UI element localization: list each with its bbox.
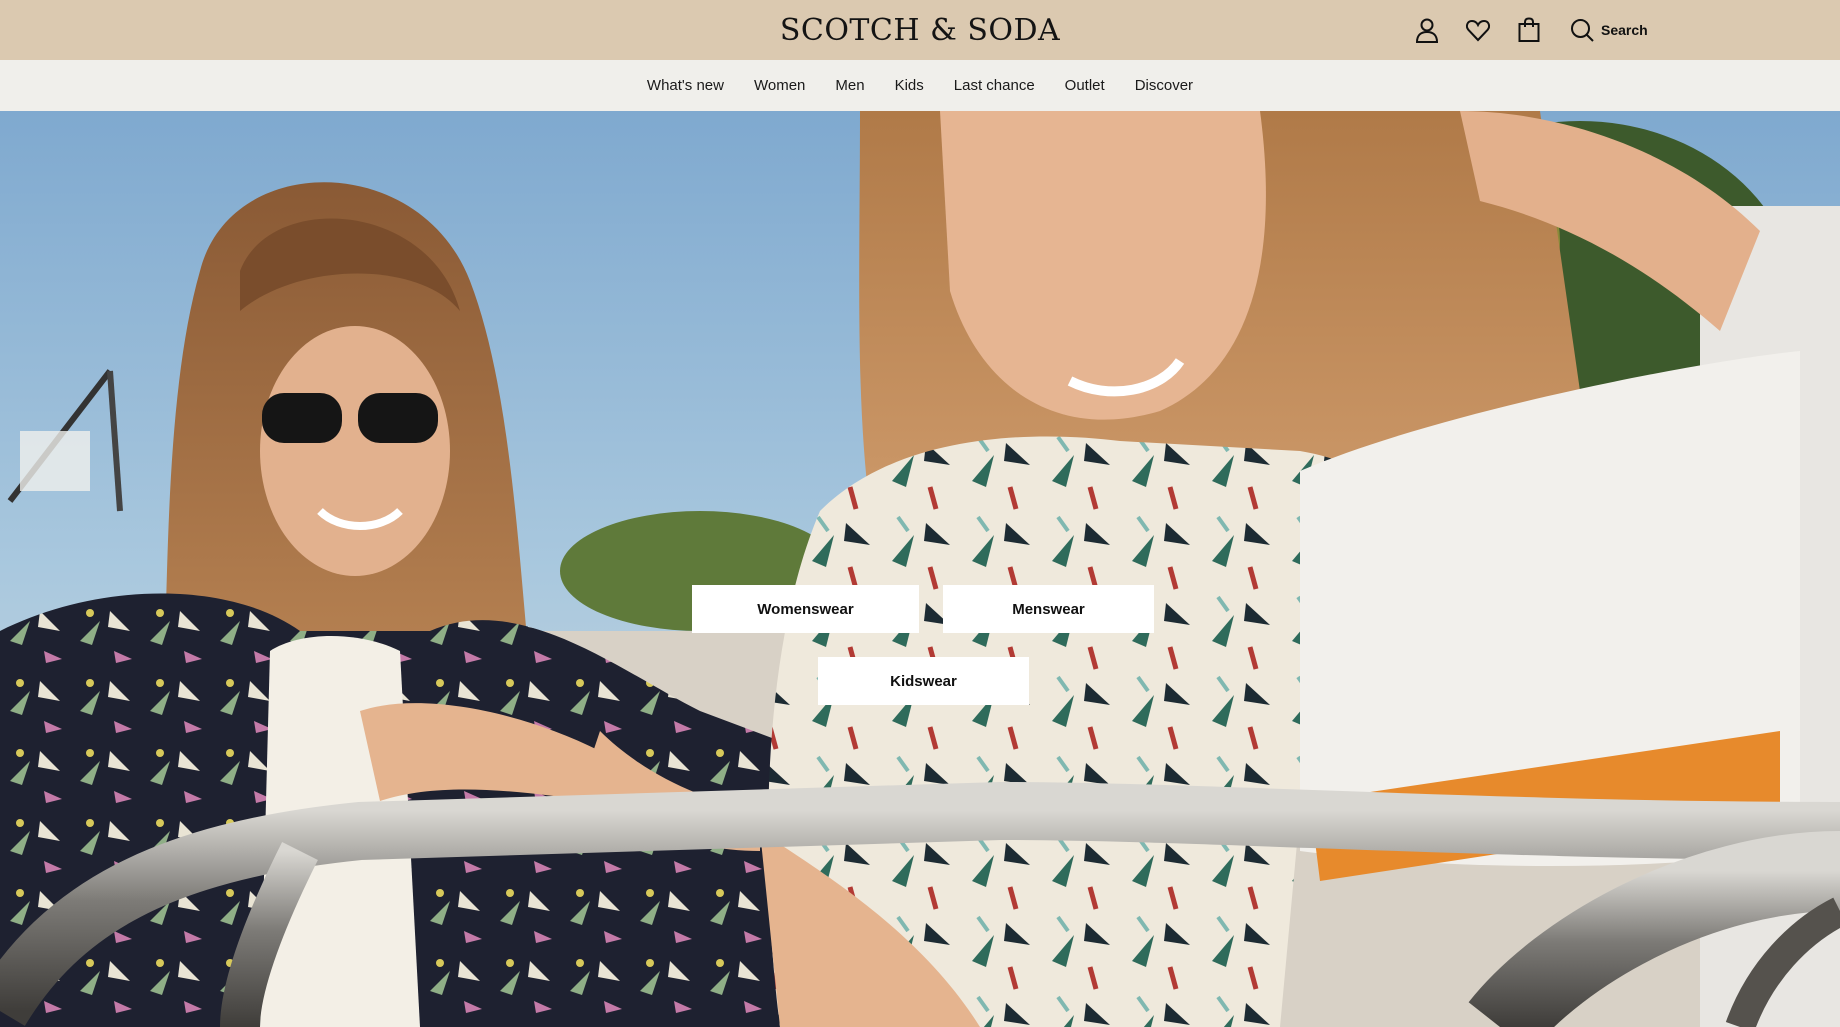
nav-item-discover[interactable]: Discover bbox=[1135, 77, 1193, 94]
nav-item-last-chance[interactable]: Last chance bbox=[954, 77, 1035, 94]
search-label: Search bbox=[1601, 22, 1648, 38]
nav-item-men[interactable]: Men bbox=[835, 77, 864, 94]
top-header: SCOTCH & SODA Search bbox=[0, 0, 1840, 60]
nav-item-kids[interactable]: Kids bbox=[895, 77, 924, 94]
nav-item-outlet[interactable]: Outlet bbox=[1065, 77, 1105, 94]
shopping-bag-icon[interactable] bbox=[1512, 13, 1546, 47]
nav-item-whats-new[interactable]: What's new bbox=[647, 77, 724, 94]
menswear-button[interactable]: Menswear bbox=[943, 585, 1154, 633]
search-button[interactable]: Search bbox=[1569, 17, 1648, 43]
brand-logo[interactable]: SCOTCH & SODA bbox=[780, 13, 1060, 48]
kidswear-button[interactable]: Kidswear bbox=[818, 657, 1029, 705]
wishlist-heart-icon[interactable] bbox=[1461, 13, 1495, 47]
search-icon bbox=[1571, 19, 1594, 42]
nav-item-women[interactable]: Women bbox=[754, 77, 805, 94]
hero-image bbox=[0, 111, 1840, 1027]
womenswear-button[interactable]: Womenswear bbox=[692, 585, 919, 633]
account-icon[interactable] bbox=[1410, 13, 1444, 47]
header-actions: Search bbox=[1410, 0, 1648, 60]
hero-banner[interactable]: Womenswear Menswear Kidswear bbox=[0, 111, 1840, 1027]
main-navigation: What's new Women Men Kids Last chance Ou… bbox=[0, 60, 1840, 111]
